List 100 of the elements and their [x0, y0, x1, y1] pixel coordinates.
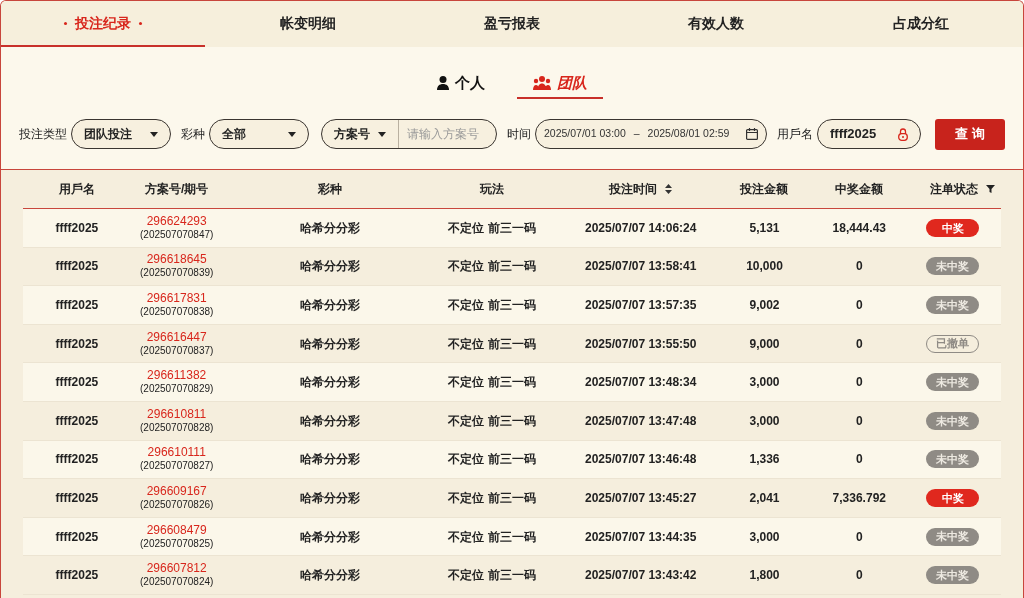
table-cell-text: ffff2025: [55, 451, 99, 469]
plan-number-link[interactable]: 296610111: [147, 446, 206, 460]
plan-number-link[interactable]: 296624293: [146, 214, 207, 228]
status-badge: 中奖: [926, 488, 980, 507]
table-cell-text: 哈希分分彩: [299, 489, 360, 507]
query-button[interactable]: 查 询: [935, 118, 1005, 150]
table-cell-text: 2025/07/07 13:43:42: [585, 567, 697, 585]
table-cell-text: ffff2025: [55, 412, 99, 430]
table-cell-text: 2,041: [749, 489, 780, 507]
table-cell-text: 1,336: [749, 451, 780, 469]
table-cell-text: 不定位 前三一码: [448, 528, 536, 546]
table-cell-text: 哈希分分彩: [299, 297, 360, 314]
table-cell-text: 哈希分分彩: [299, 219, 360, 237]
plan-search-field[interactable]: 方案号 请输入方案号: [321, 119, 497, 149]
table-cell-text: 0: [855, 451, 863, 469]
table-cell-text: 18,444.43: [832, 219, 886, 237]
table-cell-text: 2025/07/07 13:48:34: [585, 374, 697, 392]
table-cell-text: 0: [855, 335, 863, 353]
status-badge: 未中奖: [926, 566, 980, 585]
table-cell-text: 0: [855, 374, 863, 392]
plan-number-link[interactable]: 296608479: [146, 523, 207, 537]
table-cell-text: 0: [855, 567, 863, 585]
filter-icon[interactable]: [986, 185, 996, 193]
plan-number-link[interactable]: 296610811: [147, 407, 207, 421]
status-badge: 中奖: [926, 218, 980, 237]
table-cell-text: 不定位 前三一码: [448, 258, 536, 276]
table-cell-text: ffff2025: [55, 528, 99, 546]
table-cell-text: 不定位 前三一码: [448, 412, 536, 430]
plan-number-link[interactable]: 296617831: [146, 292, 207, 305]
filter-label: 时间: [507, 126, 531, 143]
table-cell-text: 哈希分分彩: [299, 528, 360, 546]
scope-tab[interactable]: 个人: [421, 69, 501, 99]
nav-tab[interactable]: 盈亏报表: [409, 1, 615, 47]
table-cell-text: 3,000: [749, 528, 780, 546]
table-cell-text: 2025/07/07 13:47:48: [585, 412, 697, 430]
table-cell-text: 哈希分分彩: [299, 451, 360, 469]
table-cell-text: 2025/07/07 13:45:27: [585, 489, 697, 507]
person-icon: [437, 76, 449, 90]
plan-number-link[interactable]: 296607812: [146, 562, 207, 576]
issue-number: (202507070837): [140, 343, 214, 357]
column-header: 投注时间: [609, 181, 658, 198]
lottery-select[interactable]: 全部: [209, 119, 309, 149]
nav-tab[interactable]: 帐变明细: [205, 1, 410, 47]
issue-number: (202507070829): [140, 382, 214, 396]
table-cell-text: 7,336.792: [832, 489, 886, 507]
table-cell-text: 0: [855, 412, 863, 430]
table-cell-text: 哈希分分彩: [299, 335, 360, 353]
username-value: ffff2025: [830, 125, 877, 144]
table-cell-text: 9,000: [749, 335, 780, 353]
caret-icon: [378, 131, 386, 137]
table-cell-text: 哈希分分彩: [299, 258, 360, 276]
status-badge: 未中奖: [926, 373, 980, 392]
sparkle-icon: [139, 21, 143, 25]
table-cell-text: ffff2025: [55, 219, 99, 237]
plan-select[interactable]: 方案号: [322, 120, 399, 148]
table-cell-text: ffff2025: [55, 258, 99, 276]
status-badge: 未中奖: [926, 257, 980, 276]
table-cell-text: 哈希分分彩: [299, 567, 360, 585]
table-cell-text: 不定位 前三一码: [448, 335, 536, 353]
scope-tab[interactable]: 团队: [517, 69, 603, 99]
filter-label: 用戶名: [777, 126, 813, 143]
issue-number: (202507070827): [140, 459, 214, 473]
table-cell-text: 2025/07/07 13:58:41: [585, 258, 697, 276]
table-cell-text: 2025/07/07 13:55:50: [585, 335, 697, 353]
table-cell-text: 不定位 前三一码: [448, 451, 536, 469]
status-badge: 未中奖: [926, 296, 980, 314]
nav-tab[interactable]: 投注纪录: [1, 1, 206, 47]
issue-number: (202507070828): [140, 420, 214, 434]
table-cell-text: 2025/07/07 13:57:35: [585, 297, 697, 314]
sparkle-icon: [64, 21, 68, 25]
issue-number: (202507070839): [140, 266, 214, 280]
table-cell-text: 不定位 前三一码: [448, 297, 536, 314]
table-cell-text: 2025/07/07 14:06:24: [585, 219, 697, 237]
plan-number-link[interactable]: 296609167: [146, 484, 207, 498]
nav-tab[interactable]: 占成分红: [818, 1, 1023, 47]
username-field[interactable]: ffff2025: [817, 119, 921, 149]
nav-tab[interactable]: 有效人数: [614, 1, 819, 47]
status-badge: 未中奖: [926, 411, 980, 430]
table-cell-text: ffff2025: [55, 297, 99, 314]
plan-number-link[interactable]: 296611382: [147, 369, 207, 383]
table-cell-text: 哈希分分彩: [299, 374, 360, 392]
column-header: 方案号/期号: [145, 181, 209, 198]
date-range-field[interactable]: 2025/07/01 03:00 – 2025/08/01 02:59: [535, 119, 767, 149]
table-cell-text: ffff2025: [55, 567, 99, 585]
issue-number: (202507070825): [140, 536, 214, 550]
table-cell-text: 0: [855, 528, 863, 546]
table-cell-text: 9,002: [749, 297, 780, 314]
start-date: 2025/07/01 03:00: [544, 126, 626, 142]
table-cell-text: 不定位 前三一码: [448, 219, 536, 237]
table-cell-text: ffff2025: [55, 335, 99, 353]
bet-type-select[interactable]: 团队投注: [71, 119, 171, 149]
issue-number: (202507070824): [140, 575, 214, 589]
plan-number-link[interactable]: 296616447: [146, 330, 207, 344]
plan-number-link[interactable]: 296618645: [146, 253, 207, 267]
table-cell-text: 哈希分分彩: [299, 412, 360, 430]
caret-icon: [288, 131, 296, 137]
sort-icon[interactable]: [665, 184, 673, 194]
table-cell-text: 不定位 前三一码: [448, 374, 536, 392]
table-cell-text: 3,000: [749, 374, 780, 392]
table-cell-text: 不定位 前三一码: [448, 567, 536, 585]
